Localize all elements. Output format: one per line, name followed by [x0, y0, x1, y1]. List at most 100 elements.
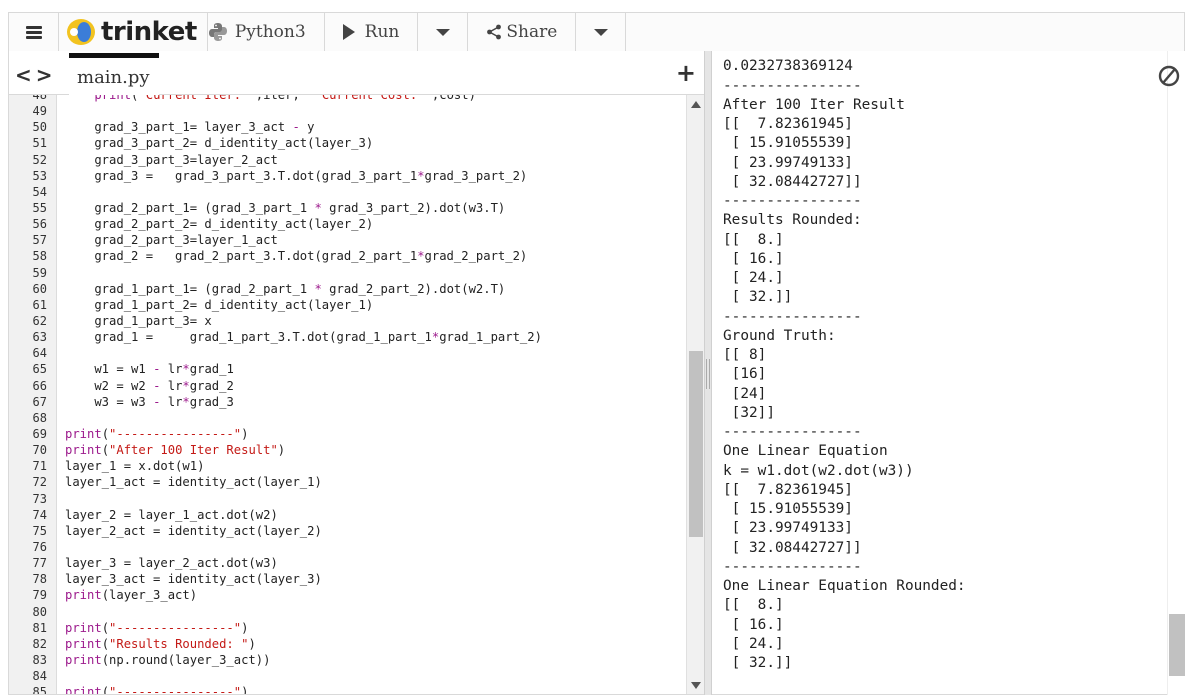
- code-text: w1 = w1 - lr*grad_1: [65, 362, 234, 377]
- drag-handle-icon[interactable]: [706, 359, 710, 389]
- pane-splitter[interactable]: [704, 51, 712, 695]
- console-line: [[ 8.]: [723, 597, 784, 614]
- run-button[interactable]: Run: [325, 13, 419, 51]
- line-number: 53: [32, 168, 47, 183]
- code-line: 67 w3 = w3 - lr*grad_3: [9, 394, 685, 410]
- console-line: [16]: [723, 366, 767, 383]
- console-line: [ 32.08442727]]: [723, 173, 862, 190]
- add-file-icon[interactable]: +: [676, 59, 696, 87]
- console-line: After 100 Iter Result: [723, 96, 905, 113]
- hamburger-icon: [25, 25, 42, 39]
- code-line: 49: [9, 103, 685, 119]
- code-text: grad_1_part_2= d_identity_act(layer_1): [65, 297, 374, 312]
- console-line: [32]]: [723, 404, 775, 421]
- line-number: 57: [32, 233, 47, 248]
- code-line: 73: [9, 491, 685, 507]
- line-number: 76: [32, 539, 47, 554]
- stop-icon[interactable]: [1158, 65, 1180, 87]
- code-text: layer_3 = layer_2_act.dot(w3): [65, 556, 278, 571]
- chevron-down-icon: [435, 28, 450, 36]
- tab-main-py[interactable]: main.py: [69, 53, 159, 95]
- code-area[interactable]: 48 print("Current Iter: ",iter, " Curren…: [9, 95, 685, 695]
- line-number: 84: [32, 669, 47, 684]
- code-line: 75 layer_2_act = identity_act(layer_2): [9, 523, 685, 539]
- console-line: ----------------: [723, 77, 862, 94]
- line-number: 73: [32, 491, 47, 506]
- code-line: 78 layer_3_act = identity_act(layer_3): [9, 571, 685, 587]
- file-nav-arrows-icon[interactable]: <>: [15, 63, 57, 87]
- share-button[interactable]: Share: [468, 13, 577, 51]
- code-text: grad_3 = grad_3_part_3.T.dot(grad_3_part…: [65, 168, 528, 183]
- menu-button[interactable]: [9, 13, 59, 51]
- editor-scroll-thumb[interactable]: [689, 351, 703, 537]
- code-line: 65 w1 = w1 - lr*grad_1: [9, 361, 685, 377]
- code-line: 72 layer_1_act = identity_act(layer_1): [9, 474, 685, 490]
- scroll-up-icon[interactable]: [691, 101, 701, 108]
- line-number: 52: [32, 152, 47, 167]
- chevron-down-icon: [593, 28, 608, 36]
- console-line: [[ 8]: [723, 347, 767, 363]
- code-line: 68: [9, 410, 685, 426]
- python-icon: [208, 23, 227, 41]
- console-line: k = w1.dot(w2.dot(w3)): [723, 462, 914, 479]
- code-line: 79 print(layer_3_act): [9, 587, 685, 603]
- console-line: [ 23.99749133]: [723, 520, 853, 537]
- run-label: Run: [364, 22, 400, 42]
- code-line: 51 grad_3_part_2= d_identity_act(layer_3…: [9, 135, 685, 151]
- console-scrollbar[interactable]: [1167, 51, 1185, 695]
- code-editor: <> main.py + 48 print("Current Iter: ",i…: [8, 51, 704, 695]
- console-line: [ 32.08442727]]: [723, 539, 862, 556]
- line-number: 49: [32, 104, 47, 119]
- line-number: 64: [32, 346, 47, 361]
- language-label: Python3: [234, 22, 306, 42]
- console-line: ----------------: [723, 193, 862, 209]
- code-text: print("After 100 Iter Result"): [65, 443, 286, 458]
- run-options-dropdown[interactable]: [418, 13, 469, 51]
- code-text: layer_3_act = identity_act(layer_3): [65, 572, 322, 587]
- code-line: 84: [9, 668, 685, 684]
- code-text: grad_1_part_1= (grad_2_part_1 * grad_2_p…: [65, 281, 506, 296]
- editor-scrollbar[interactable]: [686, 95, 704, 694]
- console-output: Current Iter: 149 Current Cost:0.0232738…: [723, 51, 1009, 673]
- code-text: print("Results Rounded: "): [65, 636, 256, 651]
- line-number: 75: [32, 523, 47, 538]
- line-number: 78: [32, 572, 47, 587]
- code-text: grad_2_part_1= (grad_3_part_1 * grad_3_p…: [65, 200, 506, 215]
- code-line: 56 grad_2_part_2= d_identity_act(layer_2…: [9, 216, 685, 232]
- line-number: 85: [32, 685, 47, 695]
- code-text: print("----------------"): [65, 426, 249, 441]
- console-line: [ 32.]]: [723, 655, 793, 671]
- line-number: 72: [32, 475, 47, 490]
- brand-logo[interactable]: trinket: [59, 13, 208, 51]
- line-number: 70: [32, 443, 47, 458]
- code-line: 82 print("Results Rounded: "): [9, 636, 685, 652]
- code-text: grad_1_part_3= x: [65, 313, 212, 328]
- code-text: layer_2_act = identity_act(layer_2): [65, 523, 322, 538]
- code-line: 57 grad_2_part_3=layer_1_act: [9, 232, 685, 248]
- line-number: 71: [32, 459, 47, 474]
- code-line: 48 print("Current Iter: ",iter, " Curren…: [9, 95, 685, 103]
- console-line: [24]: [723, 385, 767, 402]
- console-line: One Linear Equation: [723, 443, 888, 460]
- share-options-dropdown[interactable]: [576, 13, 627, 51]
- share-icon: [487, 24, 502, 40]
- console-line: [ 15.91055539]: [723, 501, 853, 517]
- code-line: 85 print("----------------"): [9, 684, 685, 695]
- code-line: 55 grad_2_part_1= (grad_3_part_1 * grad_…: [9, 200, 685, 216]
- line-number: 54: [32, 184, 47, 199]
- line-number: 59: [32, 265, 47, 280]
- scroll-down-icon[interactable]: [691, 682, 701, 689]
- code-line: 54: [9, 184, 685, 200]
- line-number: 81: [32, 620, 47, 635]
- line-number: 67: [32, 394, 47, 409]
- line-number: 68: [32, 410, 47, 425]
- console-scroll-thumb[interactable]: [1169, 614, 1185, 676]
- code-text: w3 = w3 - lr*grad_3: [65, 394, 234, 409]
- code-text: layer_2 = layer_1_act.dot(w2): [65, 507, 278, 522]
- share-label: Share: [506, 22, 558, 42]
